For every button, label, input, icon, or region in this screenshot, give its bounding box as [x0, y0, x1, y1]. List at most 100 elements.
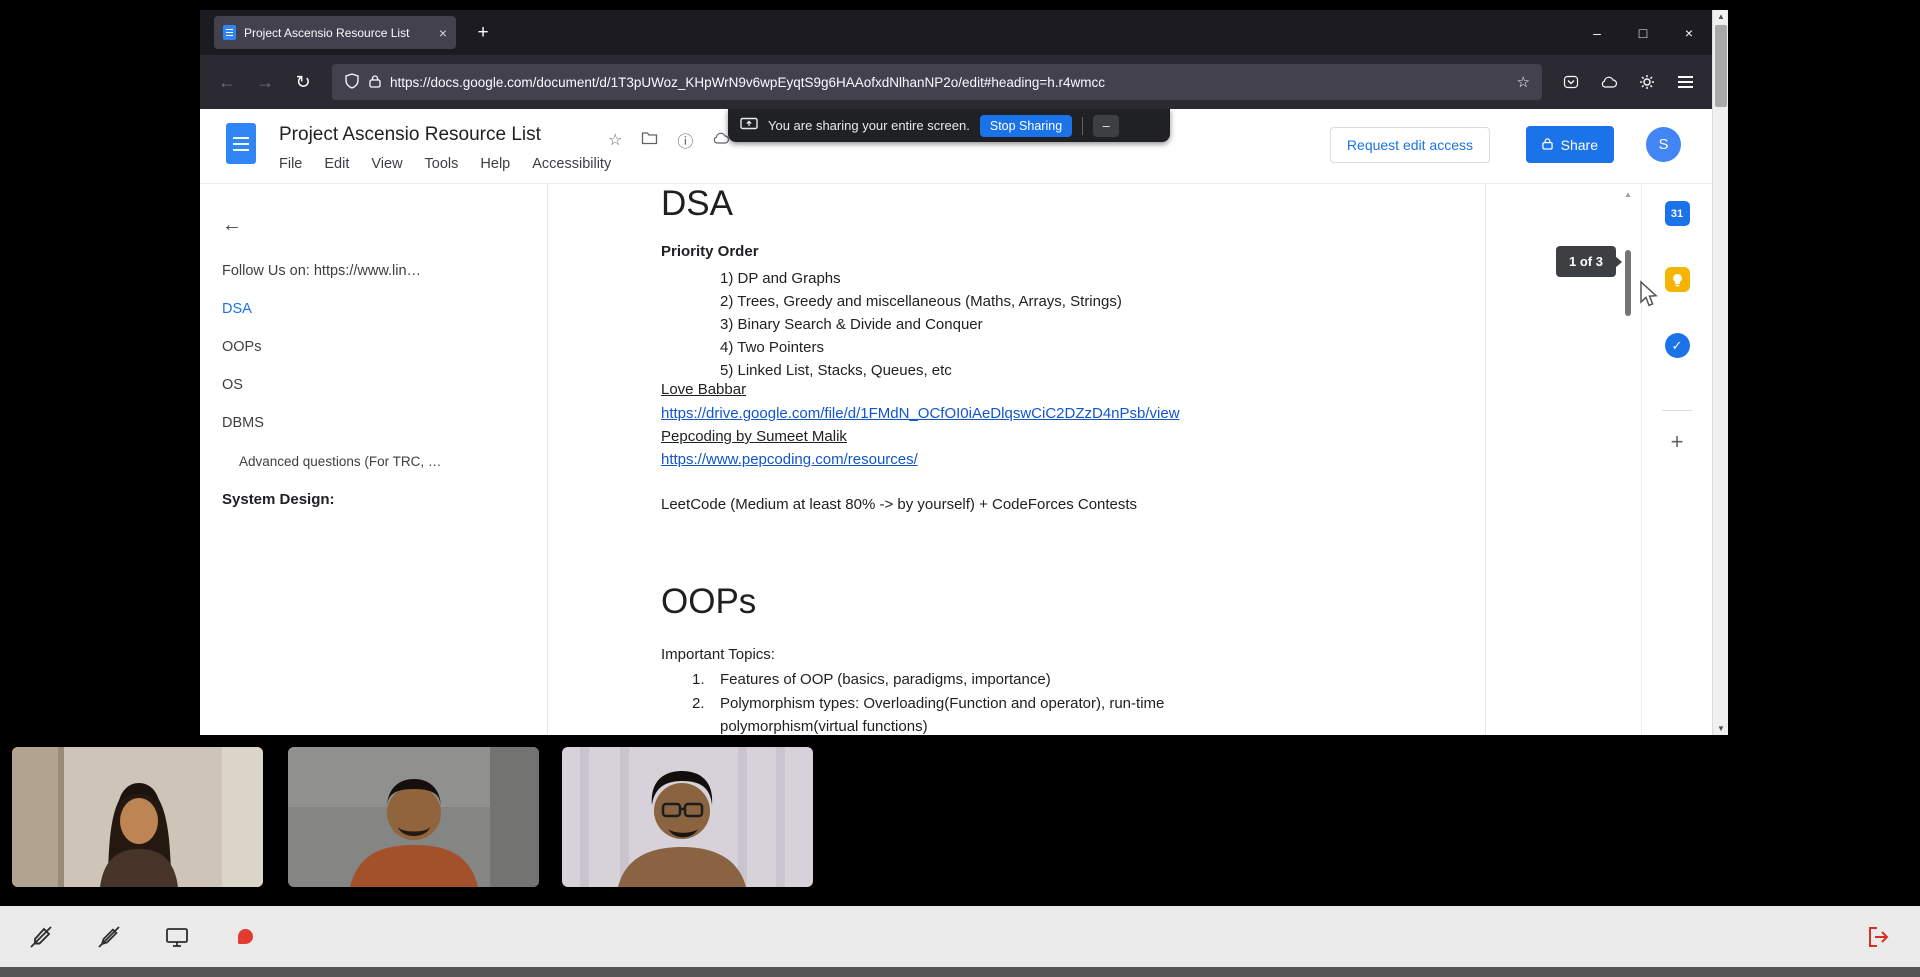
window-minimize-button[interactable]: –: [1574, 10, 1620, 55]
tab-bar: Project Ascensio Resource List × + – □ ×: [200, 10, 1712, 55]
outline-item-system-design[interactable]: System Design:: [222, 480, 441, 518]
page-indicator: 1 of 3: [1556, 246, 1622, 277]
document-info-icon[interactable]: ⓘ: [677, 128, 693, 152]
google-docs-app: Project Ascensio Resource List ☆ ⓘ File …: [200, 109, 1712, 735]
bookmark-star-icon[interactable]: ☆: [1517, 73, 1530, 91]
bottom-edge-strip: [0, 967, 1920, 977]
menu-accessibility[interactable]: Accessibility: [532, 156, 611, 172]
menu-tools[interactable]: Tools: [425, 156, 459, 172]
document-outline-panel: ← Follow Us on: https://www.lin… DSA OOP…: [200, 184, 500, 735]
screen-sharing-banner: You are sharing your entire screen. Stop…: [728, 109, 1170, 142]
settings-gear-icon[interactable]: [1630, 65, 1664, 99]
screen-scrollbar[interactable]: ▲ ▼: [1712, 10, 1728, 735]
love-babbar-label: Love Babbar: [661, 381, 747, 398]
pocket-icon[interactable]: [1554, 65, 1588, 99]
heading-dsa: DSA: [661, 184, 733, 223]
address-bar[interactable]: https://docs.google.com/document/d/1T3pU…: [332, 64, 1542, 100]
menu-file[interactable]: File: [279, 156, 302, 172]
oops-topic-item: 1. Features of OOP (basics, paradigms, i…: [692, 668, 1252, 692]
browser-tab[interactable]: Project Ascensio Resource List ×: [214, 16, 456, 49]
list-marker: 1.: [692, 671, 705, 688]
pepcoding-link[interactable]: https://www.pepcoding.com/resources/: [661, 450, 918, 469]
tab-title: Project Ascensio Resource List: [244, 25, 410, 40]
oops-topic-item: 2. Polymorphism types: Overloading(Funct…: [692, 692, 1252, 736]
sharing-banner-text: You are sharing your entire screen.: [768, 118, 970, 133]
presenting-screen-icon: [740, 117, 758, 135]
outline-item-dbms[interactable]: DBMS: [222, 404, 441, 442]
back-icon[interactable]: ←: [210, 65, 244, 99]
request-edit-access-button[interactable]: Request edit access: [1329, 127, 1490, 163]
scroll-up-icon[interactable]: ▲: [1622, 190, 1634, 199]
page-right-edge: [1485, 184, 1486, 735]
keep-notes-icon[interactable]: [1664, 267, 1690, 292]
calendar-icon[interactable]: 31: [1664, 201, 1690, 226]
page-left-edge: [547, 184, 548, 735]
hamburger-menu-icon[interactable]: [1668, 65, 1702, 99]
banner-minimize-button[interactable]: –: [1093, 114, 1120, 137]
scrollbar-thumb[interactable]: [1625, 250, 1631, 316]
window-restore-button[interactable]: □: [1620, 10, 1666, 55]
share-button[interactable]: Share: [1525, 126, 1614, 163]
docs-body: ← Follow Us on: https://www.lin… DSA OOP…: [200, 184, 1712, 735]
participant-video-2[interactable]: [288, 747, 539, 887]
outline-item-advanced-questions[interactable]: Advanced questions (For TRC, …: [222, 442, 441, 480]
tab-close-icon[interactable]: ×: [439, 25, 447, 41]
window-close-button[interactable]: ×: [1666, 10, 1712, 55]
heading-oops: OOPs: [661, 582, 757, 621]
record-indicator-button[interactable]: [232, 924, 258, 950]
participant-video-3[interactable]: [562, 747, 813, 887]
oops-topics-list: 1. Features of OOP (basics, paradigms, i…: [692, 668, 1252, 735]
outline-item-oops[interactable]: OOPs: [222, 328, 441, 366]
annotation-pen-off-button[interactable]: [28, 924, 54, 950]
document-scrollbar[interactable]: ▲: [1622, 188, 1634, 729]
drive-link[interactable]: https://drive.google.com/file/d/1FMdN_OC…: [661, 404, 1180, 423]
list-text: Polymorphism types: Overloading(Function…: [720, 694, 1165, 736]
priority-order-list: 1) DP and Graphs 2) Trees, Greedy and mi…: [720, 267, 1122, 382]
tasks-icon[interactable]: ✓: [1664, 333, 1690, 358]
outline-item-dsa[interactable]: DSA: [222, 290, 441, 328]
important-topics-label: Important Topics:: [661, 646, 775, 663]
document-title-actions: ☆ ⓘ: [608, 128, 730, 152]
priority-item: 1) DP and Graphs: [720, 270, 841, 287]
scroll-up-icon[interactable]: ▲: [1713, 12, 1729, 21]
priority-order-label: Priority Order: [661, 243, 759, 260]
lock-icon[interactable]: [369, 74, 381, 91]
star-document-icon[interactable]: ☆: [608, 130, 622, 150]
stop-sharing-button[interactable]: Stop Sharing: [979, 114, 1073, 137]
outline-item-follow-us[interactable]: Follow Us on: https://www.lin…: [222, 252, 441, 290]
side-panel-divider: [1662, 410, 1692, 411]
google-docs-logo-icon[interactable]: [226, 123, 256, 164]
scroll-down-icon[interactable]: ▼: [1713, 724, 1729, 733]
new-tab-button[interactable]: +: [468, 18, 498, 48]
outline-item-os[interactable]: OS: [222, 366, 441, 404]
cloud-sync-icon[interactable]: [1592, 65, 1626, 99]
screen-share-button[interactable]: [164, 924, 190, 950]
priority-item: 2) Trees, Greedy and miscellaneous (Math…: [720, 293, 1122, 310]
menu-view[interactable]: View: [371, 156, 402, 172]
scrollbar-thumb[interactable]: [1715, 25, 1727, 107]
share-button-label: Share: [1560, 136, 1598, 153]
docs-favicon-icon: [223, 25, 236, 40]
reload-icon[interactable]: ↻: [286, 65, 320, 99]
account-avatar[interactable]: S: [1646, 127, 1681, 162]
close-outline-icon[interactable]: ←: [222, 214, 242, 237]
url-text[interactable]: https://docs.google.com/document/d/1T3pU…: [390, 75, 1508, 90]
move-folder-icon[interactable]: [641, 131, 658, 150]
priority-item: 5) Linked List, Stacks, Queues, etc: [720, 362, 952, 379]
participant-video-1[interactable]: [12, 747, 263, 887]
pencil-off-button[interactable]: [96, 924, 122, 950]
shield-icon[interactable]: [344, 72, 360, 92]
menu-help[interactable]: Help: [480, 156, 510, 172]
document-title[interactable]: Project Ascensio Resource List: [279, 124, 541, 146]
menu-edit[interactable]: Edit: [324, 156, 349, 172]
banner-divider: [1082, 116, 1084, 135]
share-lock-icon: [1541, 137, 1553, 153]
get-addons-icon[interactable]: +: [1671, 429, 1684, 455]
priority-item: 3) Binary Search & Divide and Conquer: [720, 316, 983, 333]
browser-window: Project Ascensio Resource List × + – □ ×…: [200, 10, 1712, 735]
leave-meeting-button[interactable]: [1866, 924, 1892, 950]
menu-bar: File Edit View Tools Help Accessibility: [279, 156, 611, 172]
list-text: Features of OOP (basics, paradigms, impo…: [720, 671, 1051, 688]
navigation-bar: ← → ↻ https://docs.google.com/document/d…: [200, 55, 1712, 109]
forward-icon[interactable]: →: [248, 65, 282, 99]
